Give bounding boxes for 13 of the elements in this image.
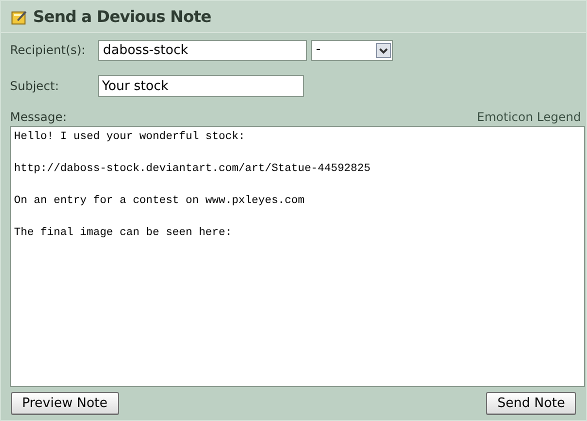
message-label: Message: — [10, 109, 67, 126]
emoticon-legend-link[interactable]: Emoticon Legend — [476, 108, 581, 126]
recipient-dropdown[interactable]: - — [311, 40, 393, 60]
window-title: Send a Devious Note — [33, 6, 212, 28]
send-note-button[interactable]: Send Note — [486, 392, 576, 416]
caret-icon — [376, 42, 391, 58]
recipient-field[interactable]: daboss-stock — [98, 40, 307, 60]
subject-field[interactable]: Your stock — [98, 75, 304, 97]
recipient-label: Recipient(s): — [10, 42, 86, 59]
preview-note-button[interactable]: Preview Note — [11, 392, 119, 416]
note-icon — [11, 8, 27, 24]
message-field[interactable]: Hello! I used your wonderful stock: http://daboss-stock.deviantart.com/art/Statue-44592825 On an entry for a contest on www.pxleyes.com The final image can be seen here: — [10, 126, 585, 387]
subject-label: Subject: — [10, 78, 60, 95]
